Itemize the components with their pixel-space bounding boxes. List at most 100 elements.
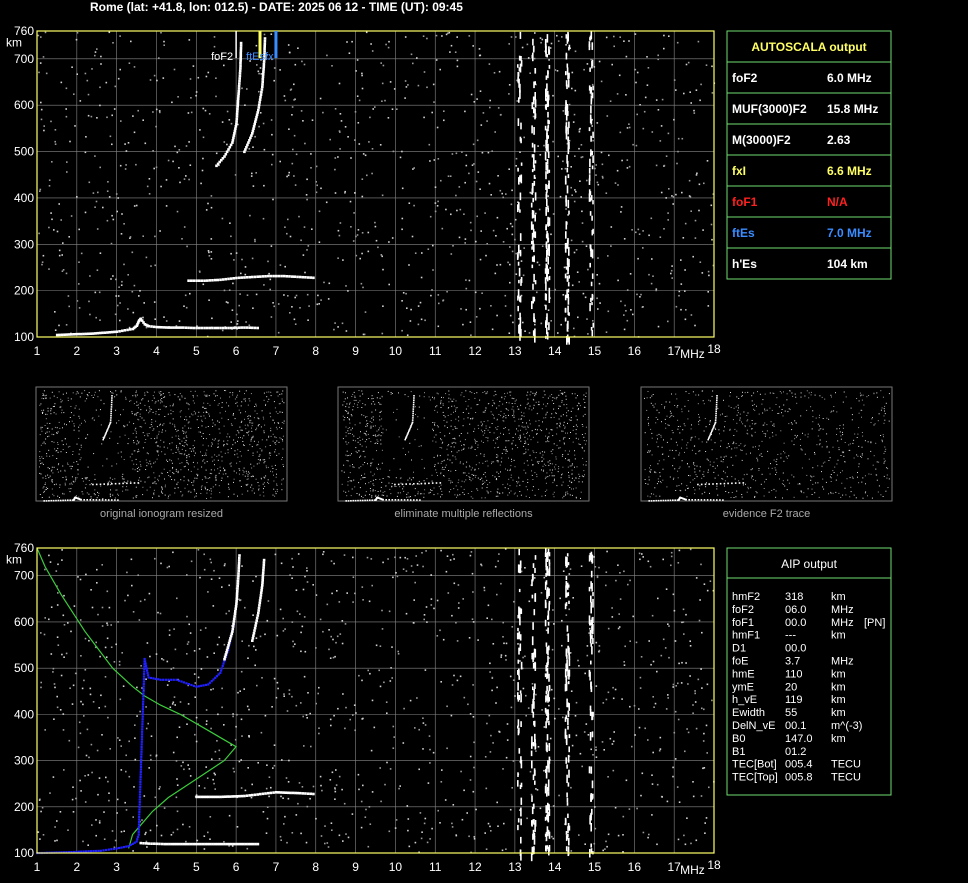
noise-dot — [207, 202, 209, 205]
thumb-dot — [283, 422, 285, 424]
thumb-dot — [122, 478, 124, 480]
noise-dot — [105, 81, 108, 84]
noise-dot — [306, 198, 308, 201]
trace-point — [312, 792, 315, 796]
noise-dot — [80, 790, 82, 792]
streak-mark — [567, 681, 570, 685]
noise-dot — [374, 225, 377, 228]
noise-dot — [304, 271, 306, 274]
trace-point — [197, 326, 201, 330]
thumb-dot — [274, 442, 275, 444]
noise-dot — [349, 200, 352, 203]
thumb-dot — [135, 391, 137, 393]
trace-point — [187, 326, 190, 330]
noise-dot — [71, 703, 74, 705]
noise-dot — [299, 613, 301, 615]
streak-mark — [590, 98, 593, 105]
noise-dot — [283, 823, 285, 825]
streak-mark — [590, 105, 592, 114]
noise-dot — [100, 694, 102, 697]
noise-dot — [306, 249, 308, 251]
noise-dot — [252, 185, 255, 187]
streak-mark — [566, 625, 569, 632]
noise-dot — [62, 269, 65, 271]
streak-mark — [591, 165, 594, 170]
thumb-dot — [85, 483, 87, 485]
noise-dot — [356, 234, 359, 236]
noise-dot — [635, 144, 638, 147]
trace-point — [208, 842, 212, 846]
noise-dot — [600, 151, 603, 154]
thumb-dot — [96, 497, 98, 499]
noise-dot — [554, 717, 556, 720]
thumb-dot — [53, 441, 55, 443]
thumb-dot — [210, 469, 212, 471]
thumb-dot — [259, 448, 261, 450]
thumb-dot — [211, 442, 213, 444]
noise-dot — [460, 770, 462, 773]
noise-dot — [339, 222, 342, 224]
trace-point — [252, 634, 255, 637]
noise-dot — [176, 784, 179, 786]
trace-point — [139, 775, 142, 778]
trace-point — [237, 564, 241, 568]
trace-point — [237, 574, 240, 578]
trace-point — [248, 794, 251, 797]
thumb-dot — [198, 411, 200, 413]
thumb-dot — [78, 496, 80, 498]
thumb-dot — [64, 438, 66, 440]
trace-point — [140, 755, 143, 758]
noise-dot — [667, 219, 669, 221]
noise-dot — [552, 609, 554, 611]
noise-dot — [73, 93, 75, 95]
noise-dot — [389, 680, 392, 682]
noise-dot — [218, 758, 221, 760]
noise-dot — [550, 42, 553, 45]
thumb-dot — [136, 394, 138, 396]
noise-dot — [563, 266, 566, 269]
streak-mark — [547, 256, 549, 265]
noise-dot — [446, 747, 448, 750]
noise-dot — [90, 115, 93, 118]
noise-dot — [543, 726, 546, 728]
thumb-trace-point — [109, 419, 112, 421]
thumb-dot — [138, 441, 140, 443]
thumb-dot — [157, 450, 159, 452]
noise-dot — [95, 819, 97, 821]
thumb-dot — [250, 476, 252, 478]
noise-dot — [284, 628, 286, 630]
thumb-dot — [136, 443, 138, 445]
streak-mark — [530, 202, 533, 208]
noise-dot — [451, 684, 454, 686]
thumb-dot — [153, 472, 155, 474]
noise-dot — [628, 808, 631, 810]
streak-mark — [567, 782, 570, 787]
noise-dot — [276, 681, 279, 684]
noise-dot — [710, 223, 713, 226]
trace-point — [184, 326, 188, 329]
noise-dot — [260, 73, 263, 75]
trace-point — [177, 679, 181, 682]
thumb-dot — [210, 445, 212, 447]
noise-dot — [208, 251, 210, 254]
trace-point — [261, 80, 264, 84]
noise-dot — [204, 109, 207, 112]
noise-dot — [279, 264, 282, 266]
trace-point — [65, 333, 69, 336]
trace-point — [94, 849, 97, 853]
noise-dot — [521, 46, 524, 49]
noise-dot — [324, 825, 326, 827]
streak-mark — [532, 198, 534, 203]
noise-dot — [322, 630, 324, 633]
trace-point — [139, 768, 142, 771]
noise-dot — [429, 215, 432, 218]
noise-dot — [581, 210, 583, 213]
noise-dot — [557, 332, 559, 334]
trace-point — [251, 842, 255, 846]
noise-dot — [601, 163, 604, 166]
thumb-dot — [263, 418, 265, 420]
thumb-dot — [240, 437, 241, 438]
thumb-dot — [51, 469, 53, 471]
thumb-dot — [262, 483, 264, 485]
noise-dot — [339, 148, 341, 150]
